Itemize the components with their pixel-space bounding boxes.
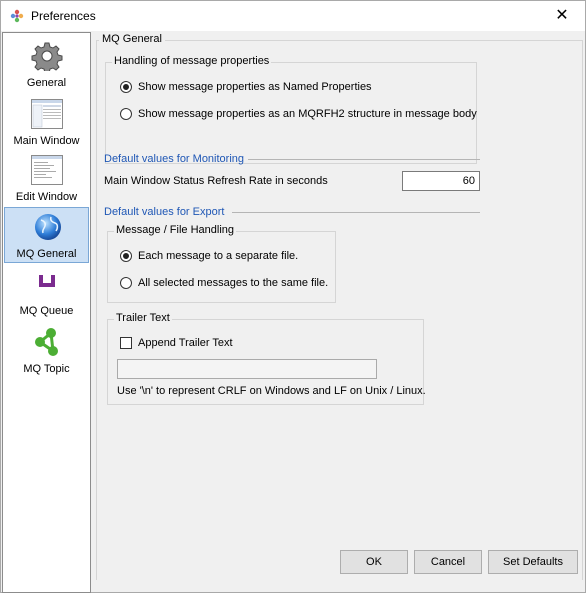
sidebar-item-mq-topic[interactable]: MQ Topic <box>3 323 90 379</box>
radio-label: Each message to a separate file. <box>138 250 299 262</box>
export-section-title: Default values for Export <box>104 206 225 218</box>
radio-button[interactable] <box>120 250 132 262</box>
radio-button[interactable] <box>120 277 132 289</box>
trailer-text-title: Trailer Text <box>114 312 172 324</box>
file-handling-group <box>107 231 336 303</box>
radio-button[interactable] <box>120 81 132 93</box>
radio-label: Show message properties as Named Propert… <box>138 81 372 93</box>
window-thumbnail-icon <box>31 99 63 129</box>
topic-network-icon <box>35 328 58 356</box>
sidebar-item-label: MQ General <box>16 248 77 260</box>
sidebar-item-label: Main Window <box>13 135 80 147</box>
gear-icon <box>31 42 63 71</box>
file-handling-title: Message / File Handling <box>114 224 237 236</box>
close-icon: ✕ <box>555 7 569 24</box>
message-properties-title: Handling of message properties <box>112 55 272 67</box>
set-defaults-button[interactable]: Set Defaults <box>488 550 578 574</box>
append-trailer-checkbox[interactable]: Append Trailer Text <box>120 337 233 349</box>
monitoring-divider <box>248 159 480 160</box>
refresh-rate-input[interactable]: 60 <box>402 171 480 191</box>
ok-button[interactable]: OK <box>340 550 408 574</box>
preferences-window: Preferences ✕ General Main Window Edit W… <box>0 0 586 593</box>
sidebar-item-general[interactable]: General <box>3 37 90 93</box>
sidebar-item-label: General <box>26 77 67 89</box>
monitoring-section-title: Default values for Monitoring <box>104 153 245 165</box>
app-icon <box>10 9 24 23</box>
separate-file-radio[interactable]: Each message to a separate file. <box>120 250 298 262</box>
cancel-button[interactable]: Cancel <box>414 550 482 574</box>
sidebar-item-main-window[interactable]: Main Window <box>3 95 90 151</box>
mqrfh2-structure-radio[interactable]: Show message properties as an MQRFH2 str… <box>120 108 477 120</box>
edit-window-thumbnail-icon <box>31 155 63 185</box>
settings-panel: MQ General Handling of message propertie… <box>92 32 585 593</box>
named-properties-radio[interactable]: Show message properties as Named Propert… <box>120 81 372 93</box>
trailer-text-input[interactable] <box>117 359 377 379</box>
preferences-sidebar: General Main Window Edit Window MQ Gener… <box>2 32 91 593</box>
sidebar-item-mq-general[interactable]: MQ General <box>4 207 89 263</box>
radio-button[interactable] <box>120 108 132 120</box>
sidebar-item-label: Edit Window <box>15 191 78 203</box>
mq-general-legend: MQ General <box>99 33 165 45</box>
export-divider <box>232 212 480 213</box>
close-button[interactable]: ✕ <box>539 1 585 31</box>
sidebar-item-label: MQ Queue <box>19 305 74 317</box>
sidebar-item-edit-window[interactable]: Edit Window <box>3 151 90 207</box>
refresh-rate-label: Main Window Status Refresh Rate in secon… <box>104 175 328 187</box>
checkbox[interactable] <box>120 337 132 349</box>
sidebar-item-mq-queue[interactable]: MQ Queue <box>3 265 90 321</box>
trailer-hint-text: Use '\n' to represent CRLF on Windows an… <box>117 385 426 397</box>
window-title: Preferences <box>31 9 96 23</box>
radio-label: Show message properties as an MQRFH2 str… <box>138 108 477 120</box>
sidebar-item-label: MQ Topic <box>23 363 70 375</box>
title-bar: Preferences ✕ <box>1 1 585 31</box>
globe-icon <box>35 214 61 240</box>
same-file-radio[interactable]: All selected messages to the same file. <box>120 277 328 289</box>
radio-label: All selected messages to the same file. <box>138 277 329 289</box>
queue-icon <box>39 275 55 287</box>
checkbox-label: Append Trailer Text <box>138 337 233 349</box>
